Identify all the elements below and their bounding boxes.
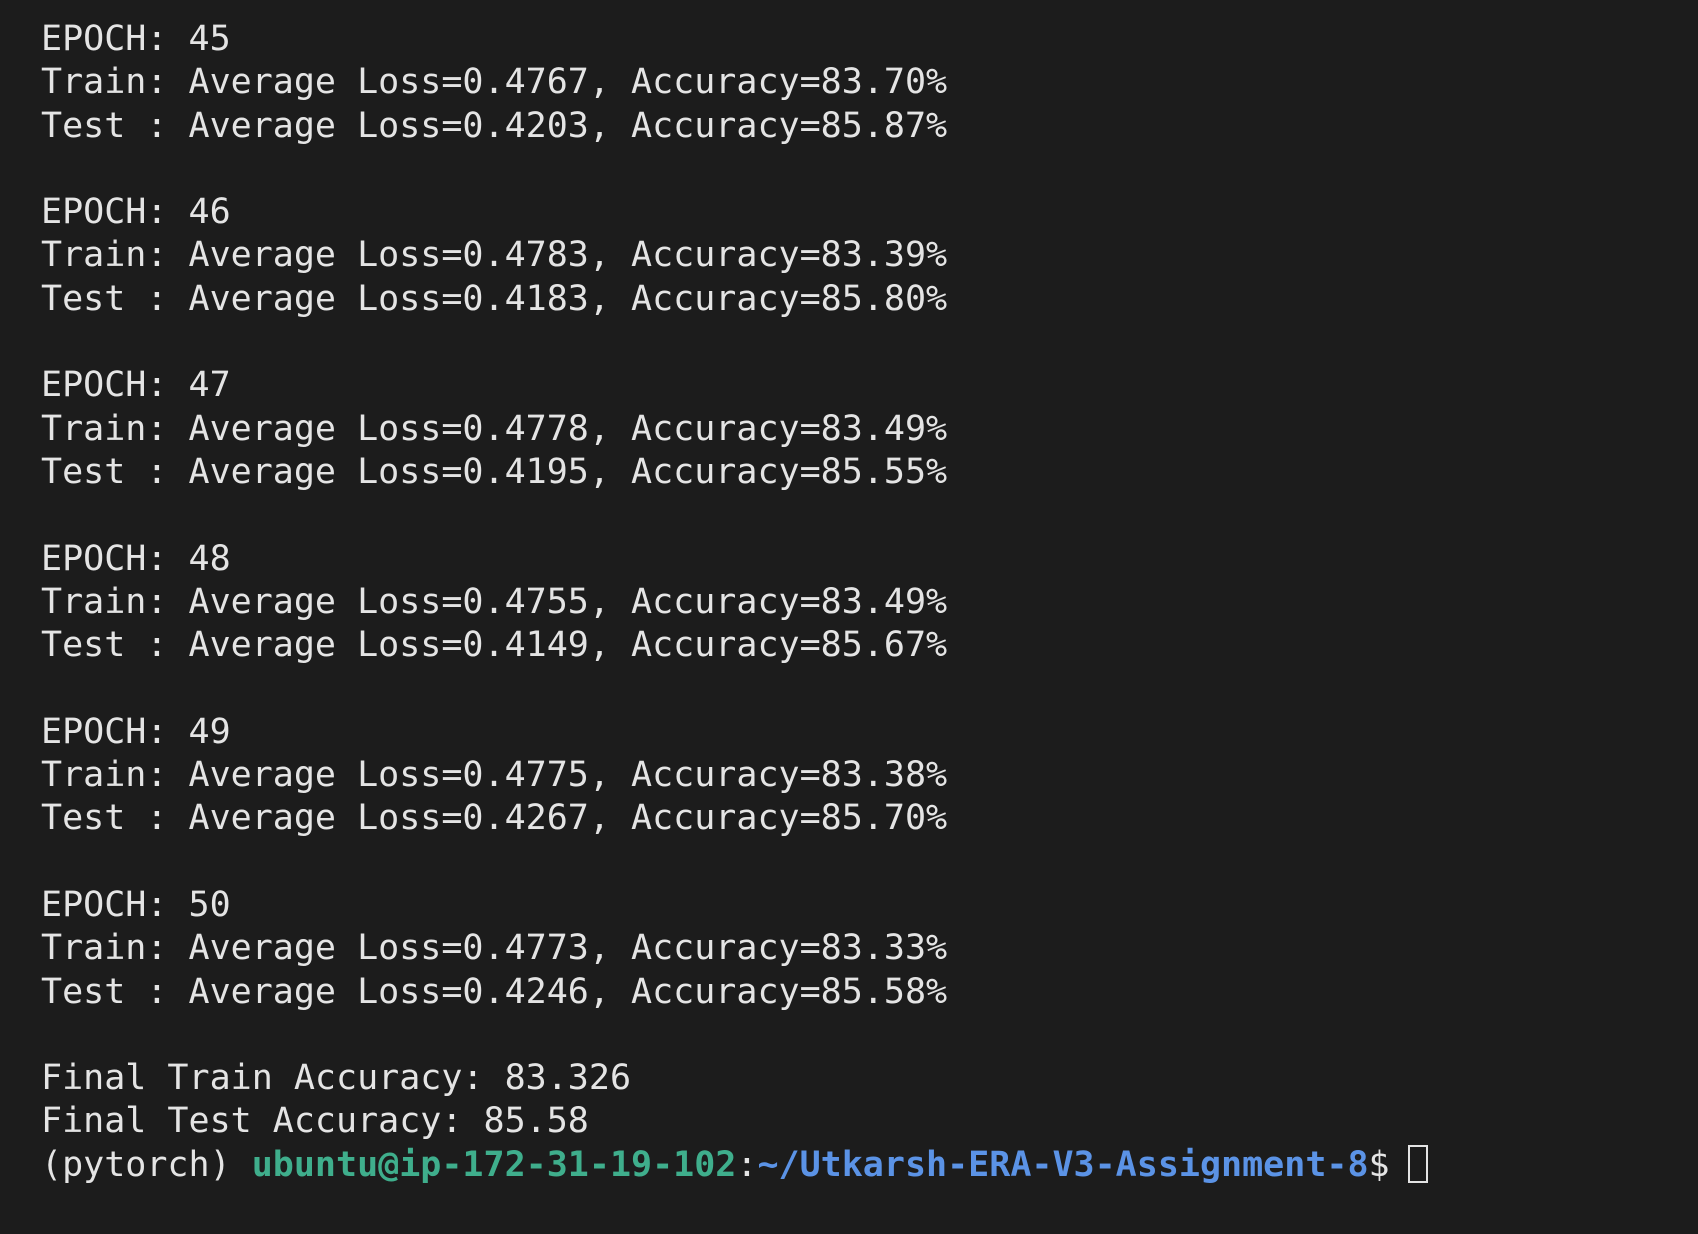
train-metrics-line: Train: Average Loss=0.4755, Accuracy=83.… <box>41 581 948 622</box>
epoch-header: EPOCH: 50 <box>41 884 231 925</box>
test-metrics-line: Test : Average Loss=0.4267, Accuracy=85.… <box>41 798 948 839</box>
epoch-block: EPOCH: 45 Train: Average Loss=0.4767, Ac… <box>41 18 1698 191</box>
conda-env-label: (pytorch) <box>41 1144 252 1185</box>
test-metrics-line: Test : Average Loss=0.4183, Accuracy=85.… <box>41 278 948 319</box>
epoch-block: EPOCH: 47 Train: Average Loss=0.4778, Ac… <box>41 364 1698 537</box>
train-metrics-line: Train: Average Loss=0.4775, Accuracy=83.… <box>41 755 948 796</box>
test-metrics-line: Test : Average Loss=0.4195, Accuracy=85.… <box>41 451 948 492</box>
epoch-header: EPOCH: 47 <box>41 365 231 406</box>
epoch-header: EPOCH: 49 <box>41 711 231 752</box>
epoch-header: EPOCH: 45 <box>41 19 231 59</box>
epoch-block: EPOCH: 46 Train: Average Loss=0.4783, Ac… <box>41 191 1698 364</box>
final-test-accuracy: Final Test Accuracy: 85.58 <box>41 1101 589 1142</box>
epoch-header: EPOCH: 46 <box>41 192 231 233</box>
train-metrics-line: Train: Average Loss=0.4767, Accuracy=83.… <box>41 62 948 103</box>
epoch-block: EPOCH: 50 Train: Average Loss=0.4773, Ac… <box>41 884 1698 1057</box>
prompt-user-host: ubuntu@ip-172-31-19-102 <box>251 1144 737 1185</box>
epoch-header: EPOCH: 48 <box>41 538 231 579</box>
train-metrics-line: Train: Average Loss=0.4778, Accuracy=83.… <box>41 408 948 449</box>
epoch-block: EPOCH: 48 Train: Average Loss=0.4755, Ac… <box>41 538 1698 711</box>
test-metrics-line: Test : Average Loss=0.4246, Accuracy=85.… <box>41 971 948 1012</box>
epoch-block: EPOCH: 49 Train: Average Loss=0.4775, Ac… <box>41 711 1698 884</box>
prompt-separator: : <box>736 1144 758 1185</box>
shell-prompt[interactable]: (pytorch) ubuntu@ip-172-31-19-102:~/Utka… <box>41 1144 1698 1187</box>
prompt-path: ~/Utkarsh-ERA-V3-Assignment-8 <box>757 1144 1369 1185</box>
train-metrics-line: Train: Average Loss=0.4773, Accuracy=83.… <box>41 928 948 969</box>
test-metrics-line: Test : Average Loss=0.4203, Accuracy=85.… <box>41 105 948 146</box>
terminal-window[interactable]: EPOCH: 45 Train: Average Loss=0.4767, Ac… <box>0 0 1698 1234</box>
test-metrics-line: Test : Average Loss=0.4149, Accuracy=85.… <box>41 625 948 666</box>
train-metrics-line: Train: Average Loss=0.4783, Accuracy=83.… <box>41 235 948 276</box>
cursor-block <box>1407 1144 1428 1183</box>
prompt-symbol: $ <box>1368 1144 1390 1185</box>
final-train-accuracy: Final Train Accuracy: 83.326 <box>41 1058 632 1099</box>
